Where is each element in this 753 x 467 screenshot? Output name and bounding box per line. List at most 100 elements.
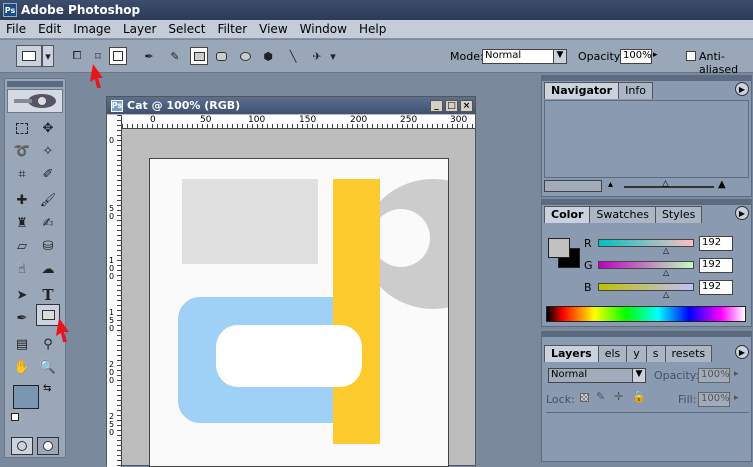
tool-preset-picker[interactable]: [16, 45, 42, 67]
swap-colors-icon[interactable]: ⇆: [43, 383, 51, 394]
polygon-icon[interactable]: ⬢: [259, 47, 277, 65]
channel-b-input[interactable]: 192: [699, 280, 733, 295]
menu-view[interactable]: View: [253, 22, 293, 36]
rectangle-shape-icon[interactable]: [190, 47, 208, 65]
zoom-in-icon[interactable]: ▲: [718, 179, 726, 190]
move-tool-icon[interactable]: ✥: [36, 117, 60, 139]
channel-g-input[interactable]: 192: [699, 258, 733, 273]
standard-mode-icon[interactable]: [11, 437, 33, 455]
fill-pixels-icon[interactable]: [109, 47, 127, 65]
lock-move-icon[interactable]: ✛: [614, 390, 623, 403]
custom-shape-icon[interactable]: ✈: [308, 47, 326, 65]
opacity-arrow-icon[interactable]: ▸: [653, 50, 658, 60]
menu-edit[interactable]: Edit: [32, 22, 67, 36]
menu-filter[interactable]: Filter: [211, 22, 253, 36]
tab-swatches[interactable]: Swatches: [589, 206, 656, 223]
shape-layers-icon[interactable]: ⧠: [68, 47, 86, 65]
healing-brush-icon[interactable]: ✚: [10, 189, 34, 211]
eraser-tool-icon[interactable]: ▱: [10, 235, 34, 257]
lasso-tool-icon[interactable]: ➰: [10, 140, 34, 162]
antialiased-checkbox[interactable]: [686, 51, 696, 61]
tab-presets[interactable]: resets: [664, 345, 713, 362]
layer-opacity-input[interactable]: 100%: [698, 368, 730, 383]
slider-thumb-icon[interactable]: △: [663, 246, 669, 255]
panel-grip[interactable]: [542, 332, 751, 337]
zoom-tool-icon[interactable]: 🔍: [36, 356, 60, 378]
tab-info[interactable]: Info: [618, 82, 653, 99]
marquee-tool-icon[interactable]: [10, 117, 34, 139]
tab-layers[interactable]: Layers: [544, 345, 599, 362]
mode-select[interactable]: Normal ▼: [482, 49, 567, 64]
opacity-arrow-icon[interactable]: ▸: [734, 369, 739, 379]
eye-logo-icon[interactable]: [7, 89, 63, 113]
dodge-tool-icon[interactable]: ☝: [10, 258, 34, 280]
freeform-pen-icon[interactable]: ✎: [166, 47, 184, 65]
zoom-out-icon[interactable]: ▴: [608, 179, 613, 190]
hand-tool-icon[interactable]: ✋: [10, 356, 34, 378]
fill-input[interactable]: 100%: [698, 392, 730, 407]
zoom-percent-field[interactable]: [544, 180, 602, 192]
paths-icon[interactable]: ⌑: [89, 47, 107, 65]
close-button[interactable]: ×: [460, 99, 473, 112]
opacity-input[interactable]: 100%: [620, 49, 652, 64]
tab-history[interactable]: s: [645, 345, 666, 362]
zoom-slider[interactable]: [624, 186, 714, 188]
menu-layer[interactable]: Layer: [117, 22, 162, 36]
channel-r-slider[interactable]: [598, 239, 694, 247]
document-title-bar[interactable]: Ps Cat @ 100% (RGB) _ □ ×: [107, 97, 475, 114]
menu-file[interactable]: File: [0, 22, 32, 36]
ellipse-icon[interactable]: [236, 47, 254, 65]
channel-b-slider[interactable]: [598, 283, 694, 291]
minimize-button[interactable]: _: [430, 99, 443, 112]
magic-wand-icon[interactable]: ✧: [36, 140, 60, 162]
tab-paths[interactable]: y: [626, 345, 647, 362]
image-canvas[interactable]: [149, 158, 449, 467]
rounded-rectangle-icon[interactable]: [212, 47, 230, 65]
default-colors-icon[interactable]: [11, 413, 19, 421]
lock-paint-icon[interactable]: ✎: [596, 390, 605, 403]
notes-tool-icon[interactable]: ▤: [10, 333, 34, 355]
color-ramp[interactable]: [546, 306, 746, 322]
fill-arrow-icon[interactable]: ▸: [734, 393, 739, 403]
quickmask-mode-icon[interactable]: [37, 437, 59, 455]
tab-navigator[interactable]: Navigator: [544, 82, 620, 99]
history-brush-icon[interactable]: ✍: [36, 212, 60, 234]
sponge-tool-icon[interactable]: ☁: [36, 258, 60, 280]
foreground-color-swatch[interactable]: [548, 238, 570, 258]
slider-thumb-icon[interactable]: △: [663, 290, 669, 299]
lock-all-icon[interactable]: 🔒: [632, 390, 646, 403]
panel-grip[interactable]: [542, 76, 751, 81]
maximize-button[interactable]: □: [445, 99, 458, 112]
panel-menu-icon[interactable]: ▶: [735, 82, 749, 96]
stamp-tool-icon[interactable]: ♜: [10, 212, 34, 234]
slider-thumb-icon[interactable]: △: [663, 268, 669, 277]
line-icon[interactable]: ╲: [284, 47, 302, 65]
toolbox-grip[interactable]: [7, 81, 63, 87]
menu-select[interactable]: Select: [162, 22, 211, 36]
foreground-color-swatch[interactable]: [13, 385, 39, 409]
panel-menu-icon[interactable]: ▶: [735, 206, 749, 220]
channel-r-input[interactable]: 192: [699, 236, 733, 251]
lock-transparency-icon[interactable]: [580, 393, 589, 402]
slice-tool-icon[interactable]: ✐: [36, 163, 60, 185]
channel-g-slider[interactable]: [598, 261, 694, 269]
blend-mode-select[interactable]: Normal ▼: [548, 368, 646, 383]
menu-image[interactable]: Image: [67, 22, 117, 36]
zoom-slider-thumb-icon[interactable]: △: [662, 179, 669, 189]
pen-tool-icon[interactable]: ✒: [10, 307, 34, 329]
path-select-icon[interactable]: ➤: [10, 284, 34, 306]
tab-channels[interactable]: els: [597, 345, 628, 362]
panel-menu-icon[interactable]: ▶: [735, 345, 749, 359]
tab-color[interactable]: Color: [544, 206, 591, 223]
paint-bucket-icon[interactable]: ⛁: [36, 235, 60, 257]
type-tool-icon[interactable]: T: [36, 284, 60, 306]
crop-tool-icon[interactable]: ⌗: [10, 163, 34, 185]
brush-tool-icon[interactable]: 🖌: [36, 189, 60, 211]
shape-options-dropdown-icon[interactable]: ▾: [327, 47, 339, 65]
menu-help[interactable]: Help: [353, 22, 392, 36]
pen-tool-icon[interactable]: ✒: [140, 47, 158, 65]
menu-window[interactable]: Window: [294, 22, 353, 36]
tab-styles[interactable]: Styles: [654, 206, 703, 223]
preset-dropdown-button[interactable]: ▾: [42, 45, 54, 67]
panel-grip[interactable]: [542, 200, 751, 205]
